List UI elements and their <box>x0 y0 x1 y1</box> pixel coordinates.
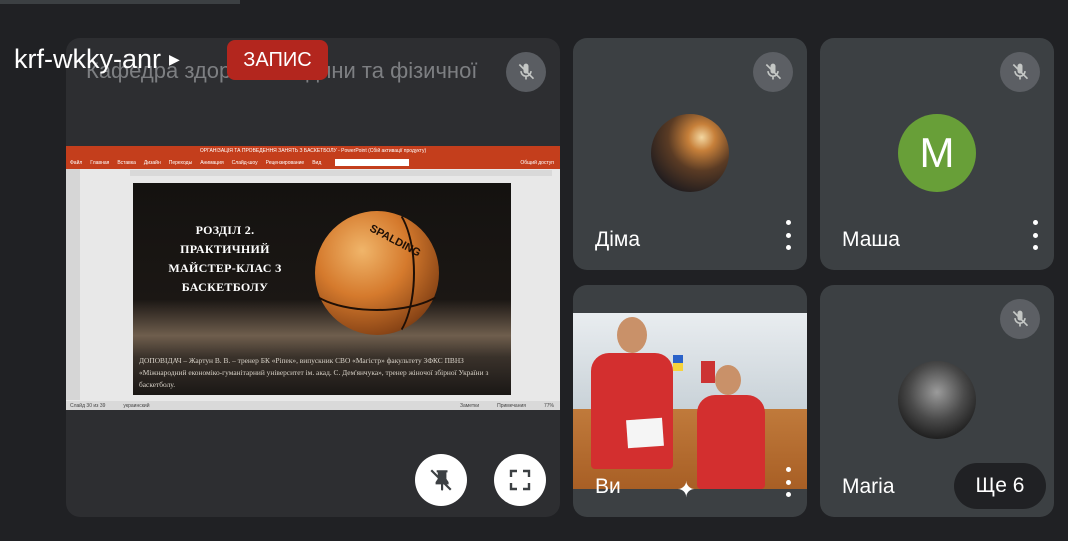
participant-name: Маша <box>842 228 900 251</box>
slide-heading: РОЗДІЛ 2. ПРАКТИЧНИЙ МАЙСТЕР-КЛАС З БАСК… <box>168 223 282 294</box>
sparkle-icon[interactable]: ✦ <box>677 477 695 503</box>
person-head <box>715 365 741 395</box>
person-image <box>697 395 765 489</box>
participant-tile-self[interactable]: Ви ✦ <box>573 285 807 517</box>
ppt-tab: Вставка <box>117 159 136 166</box>
slide: РОЗДІЛ 2. ПРАКТИЧНИЙ МАЙСТЕР-КЛАС З БАСК… <box>133 183 511 395</box>
language: украинский <box>123 402 150 409</box>
more-options-button[interactable] <box>1028 220 1042 250</box>
ppt-tab: Анимация <box>200 159 224 166</box>
unpin-button[interactable] <box>415 454 467 506</box>
avatar <box>898 361 976 439</box>
slide-counter: Слайд 30 из 39 <box>70 402 106 409</box>
ppt-tab: Вид <box>312 159 322 166</box>
fullscreen-icon <box>509 469 531 491</box>
ppt-tab: Переходы <box>168 159 193 166</box>
ppt-status-bar: Слайд 30 из 39 украинский Заметки Примеч… <box>66 401 560 410</box>
slide-caption: ДОПОВІДАЧ – Жартун В. В. – тренер БК «Рі… <box>139 356 489 389</box>
unpin-icon <box>430 469 452 491</box>
self-video <box>573 313 807 489</box>
avatar-initial: M <box>898 114 976 192</box>
ppt-tab: Файл <box>70 159 83 166</box>
ppt-tab: Дизайн <box>143 159 161 166</box>
meeting-code-text: krf-wkky-anr <box>14 44 161 74</box>
ppt-ruler <box>130 170 552 176</box>
ppt-ribbon: Файл Главная Вставка Дизайн Переходы Ани… <box>66 156 560 169</box>
participant-tile-maria[interactable]: Maria Ще 6 <box>820 285 1054 517</box>
ppt-tab: Рецензирование <box>265 159 305 166</box>
ppt-share: Общий доступ <box>520 159 554 166</box>
ppt-tab: Главная <box>90 159 110 166</box>
recording-badge[interactable]: ЗАПИС <box>227 40 328 80</box>
fullscreen-button[interactable] <box>494 454 546 506</box>
more-options-button[interactable] <box>781 467 795 497</box>
comments-label: Примечания <box>497 402 526 409</box>
shared-screen: ОРГАНІЗАЦІЯ ТА ПРОВЕДЕННЯ ЗАНЯТЬ З БАСКЕ… <box>66 146 560 410</box>
ppt-tab: Слайд-шоу <box>231 159 258 166</box>
more-options-button[interactable] <box>781 220 795 250</box>
meeting-code[interactable]: krf-wkky-anr ▶ <box>14 44 180 75</box>
zoom-level: 77% <box>543 402 554 409</box>
mic-off-icon <box>753 52 793 92</box>
mic-off-icon <box>506 52 546 92</box>
person-image <box>591 353 673 469</box>
top-divider <box>0 0 240 4</box>
participant-name: Maria <box>842 475 895 498</box>
mic-off-icon <box>1000 299 1040 339</box>
paper-sheet <box>626 417 664 449</box>
presentation-tile[interactable]: Кафедра здоров'я людини та фізичної ОРГА… <box>66 38 560 517</box>
avatar <box>651 114 729 192</box>
notes-label: Заметки <box>459 402 480 409</box>
chevron-right-icon: ▶ <box>169 51 180 67</box>
ppt-search-box <box>335 159 410 166</box>
participant-tile-masha[interactable]: M Маша <box>820 38 1054 270</box>
ppt-window-title: ОРГАНІЗАЦІЯ ТА ПРОВЕДЕННЯ ЗАНЯТЬ З БАСКЕ… <box>66 146 560 156</box>
ball-seam <box>355 203 415 343</box>
banner-image <box>701 361 715 383</box>
participant-name: Діма <box>595 228 641 251</box>
person-head <box>617 317 647 353</box>
participant-name: Ви <box>595 475 621 498</box>
basketball-image: SPALDING <box>305 203 449 343</box>
participant-tile-dima[interactable]: Діма <box>573 38 807 270</box>
mic-off-icon <box>1000 52 1040 92</box>
flag-image <box>673 355 683 371</box>
more-participants-button[interactable]: Ще 6 <box>954 463 1046 509</box>
ppt-thumbnail-pane <box>66 169 80 400</box>
